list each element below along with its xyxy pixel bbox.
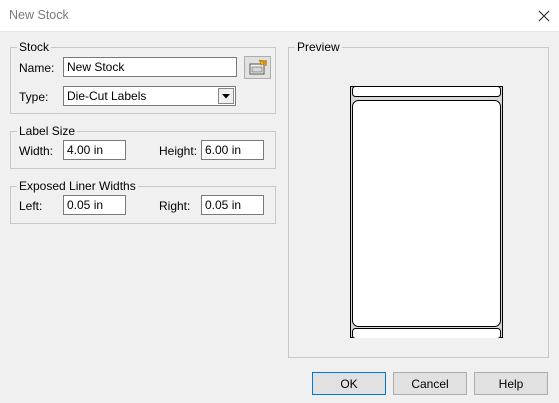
name-label: Name: (19, 61, 55, 75)
preview-group-label: Preview (295, 40, 342, 54)
window-title: New Stock (9, 8, 69, 22)
type-label: Type: (19, 90, 49, 104)
browse-stock-icon (249, 59, 267, 75)
close-button[interactable] (529, 0, 559, 31)
liner-group-label: Exposed Liner Widths (17, 179, 138, 193)
type-select[interactable]: Die-Cut Labels (63, 86, 236, 106)
width-label: Width: (19, 144, 54, 158)
ok-button[interactable]: OK (312, 372, 386, 395)
close-icon (538, 10, 550, 21)
stock-group-label: Stock (17, 40, 52, 54)
type-select-value: Die-Cut Labels (67, 89, 147, 103)
height-label: Height: (159, 144, 198, 158)
right-field[interactable]: 0.05 in (201, 195, 264, 215)
cancel-button[interactable]: Cancel (393, 372, 467, 395)
label-preview (350, 86, 503, 339)
left-field[interactable]: 0.05 in (63, 195, 126, 215)
help-button[interactable]: Help (474, 372, 548, 395)
width-field[interactable]: 4.00 in (63, 140, 126, 160)
browse-stock-button[interactable] (244, 56, 271, 79)
type-select-arrow[interactable] (218, 88, 234, 104)
left-label: Left: (19, 199, 43, 213)
height-field[interactable]: 6.00 in (201, 140, 264, 160)
title-bar: New Stock (0, 0, 559, 32)
label-size-group-label: Label Size (17, 124, 78, 138)
right-label: Right: (159, 199, 191, 213)
name-field[interactable]: New Stock (63, 57, 237, 77)
label-preview-graphic (350, 86, 503, 339)
chevron-down-icon (222, 93, 230, 98)
